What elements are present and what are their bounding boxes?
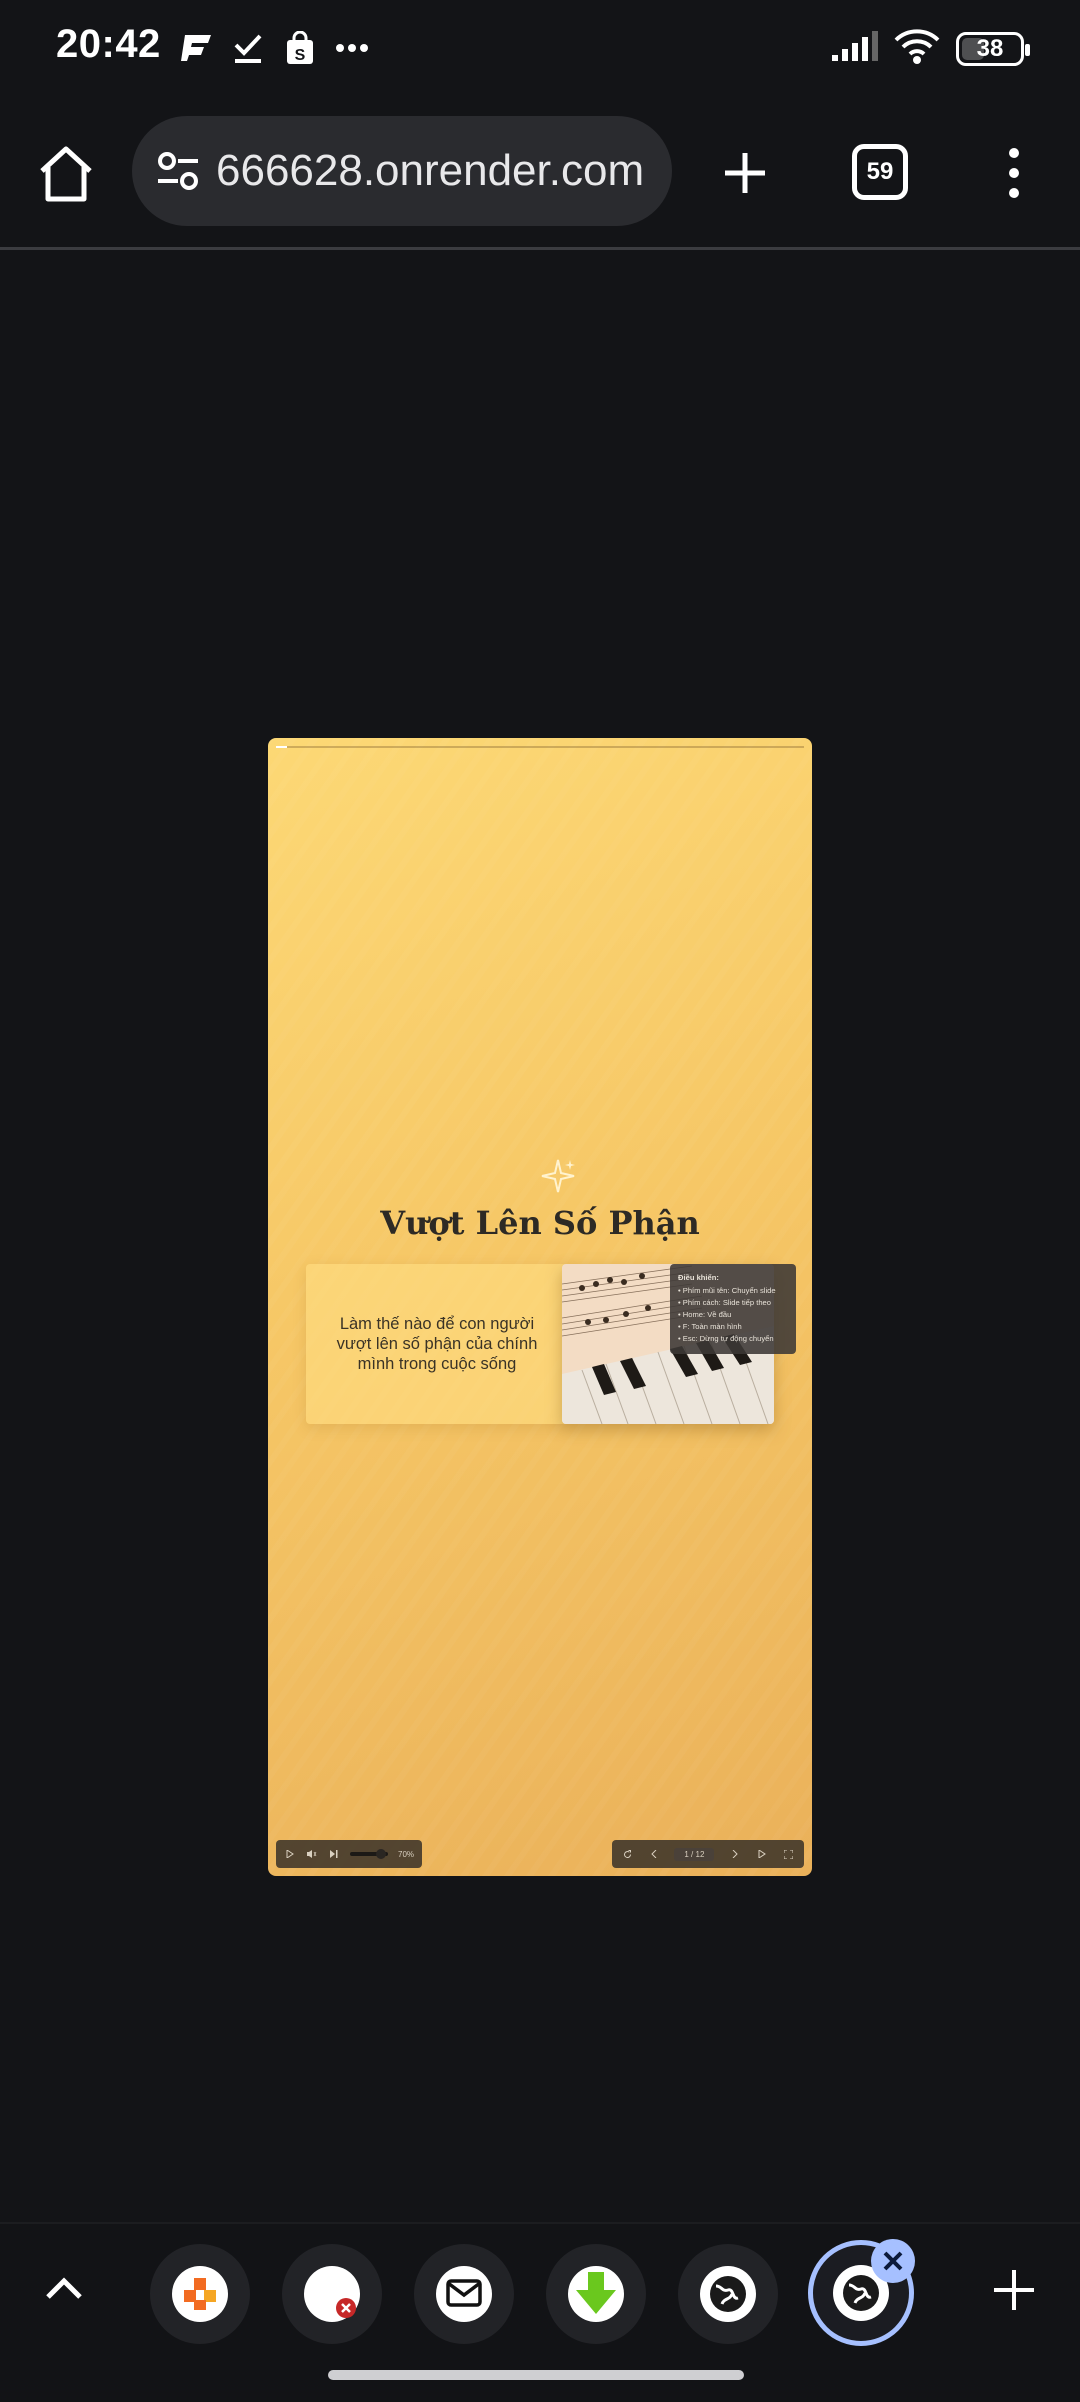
tab-count: 59 [866, 158, 894, 185]
site-settings-icon[interactable] [154, 147, 202, 195]
home-icon [40, 146, 92, 202]
wifi-icon [894, 28, 940, 69]
tab-thumbnail[interactable] [150, 2244, 250, 2344]
new-tab-button[interactable] [710, 138, 780, 208]
slide-navigation-controls: 1 / 12 [612, 1840, 804, 1868]
slide-progress-bar [276, 746, 804, 748]
shopping-bag-icon: S [282, 30, 318, 66]
help-line: • F: Toàn màn hình [678, 1322, 742, 1331]
volume-slider-knob[interactable] [376, 1849, 387, 1859]
tab-thumbnail-active[interactable] [808, 2239, 915, 2346]
tab-group-bar [0, 2222, 1080, 2402]
skip-next-icon[interactable] [328, 1847, 340, 1861]
tab-thumbnail[interactable] [546, 2244, 646, 2344]
autoplay-icon[interactable] [755, 1847, 769, 1861]
subtitle-card: Làm thế nào để con người vượt lên số phậ… [306, 1264, 568, 1424]
status-bar: 20:42 S 38 [0, 0, 1080, 100]
help-line: • Phím cách: Slide tiếp theo [678, 1298, 771, 1307]
signal-icon [832, 31, 878, 66]
address-bar[interactable]: 666628.onrender.com [132, 116, 672, 226]
help-line: • Esc: Dừng tự động chuyển [678, 1334, 774, 1343]
tab-switcher-button[interactable]: 59 [852, 144, 908, 200]
home-button[interactable] [30, 138, 102, 210]
volume-slider[interactable] [350, 1849, 388, 1859]
plus-icon [994, 2270, 1034, 2310]
flipboard-icon [178, 30, 214, 66]
help-line: • Home: Về đầu [678, 1310, 732, 1319]
globe-icon [700, 2266, 756, 2322]
clock: 20:42 [56, 22, 161, 66]
toolbar-divider [0, 247, 1080, 250]
help-heading: Điều khiển: [678, 1273, 719, 1282]
expand-tab-group-button[interactable] [40, 2264, 88, 2312]
volume-icon[interactable] [306, 1847, 318, 1861]
task-check-icon [230, 30, 266, 66]
audio-controls: 70% [276, 1840, 422, 1868]
presentation-slide[interactable]: Vượt Lên Số Phận Làm thế nào để con ngườ… [268, 738, 812, 1876]
slide-subtitle: Làm thế nào để con người vượt lên số phậ… [336, 1315, 538, 1373]
play-icon[interactable] [284, 1847, 296, 1861]
more-dots-icon [334, 30, 370, 66]
help-line: • Phím mũi tên: Chuyển slide [678, 1286, 776, 1295]
svg-text:S: S [295, 47, 306, 64]
close-icon [883, 2251, 903, 2271]
browser-toolbar: 666628.onrender.com 59 [0, 110, 1080, 240]
slide-title: Vượt Lên Số Phận [380, 1204, 700, 1242]
plus-icon [725, 153, 765, 193]
keyboard-help-panel: Điều khiển: • Phím mũi tên: Chuyển slide… [670, 1264, 796, 1354]
tab-thumbnail[interactable] [282, 2244, 382, 2344]
sparkle-icon [541, 1159, 575, 1193]
green-download-icon [568, 2266, 624, 2322]
orange-pinwheel-icon [172, 2266, 228, 2322]
fullscreen-icon[interactable] [782, 1847, 796, 1861]
close-tab-button[interactable] [871, 2239, 915, 2283]
tab-thumbnail[interactable] [678, 2244, 778, 2344]
tab-thumbnail[interactable] [414, 2244, 514, 2344]
add-tab-to-group-button[interactable] [986, 2262, 1042, 2318]
blocked-site-icon [304, 2266, 360, 2322]
gesture-navigation-bar[interactable] [328, 2370, 744, 2380]
next-slide-icon[interactable] [728, 1847, 742, 1861]
chevron-up-icon [46, 2277, 82, 2299]
overflow-menu-button[interactable] [986, 138, 1042, 208]
battery-indicator: 38 [956, 31, 1030, 66]
notification-icons: S [178, 30, 370, 66]
volume-label: 70% [398, 1849, 415, 1859]
mail-icon [436, 2266, 492, 2322]
previous-slide-icon[interactable] [647, 1847, 661, 1861]
restart-icon[interactable] [620, 1847, 634, 1861]
slide-counter: 1 / 12 [674, 1847, 715, 1861]
url-text: 666628.onrender.com [216, 146, 645, 195]
battery-level: 38 [976, 34, 1004, 62]
